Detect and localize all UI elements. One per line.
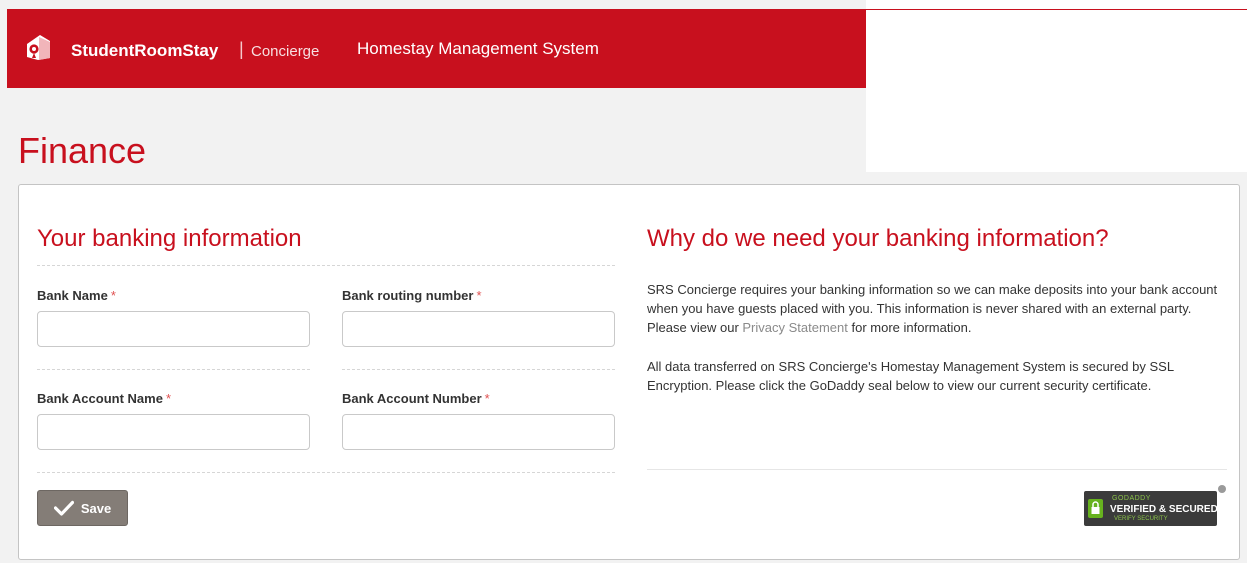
- srs-house-logo-icon[interactable]: [23, 32, 53, 62]
- top-right-blank-area: [866, 0, 1247, 172]
- app-header: StudentRoomStay | Concierge Homestay Man…: [7, 9, 866, 88]
- bank-name-label: Bank Name *: [37, 288, 116, 303]
- required-marker: *: [476, 288, 482, 303]
- divider: [647, 469, 1227, 470]
- account-number-input[interactable]: [342, 414, 615, 450]
- godaddy-security-seal[interactable]: GODADDY VERIFIED & SECURED VERIFY SECURI…: [1084, 485, 1226, 526]
- routing-number-input[interactable]: [342, 311, 615, 347]
- account-number-label: Bank Account Number *: [342, 391, 490, 406]
- required-marker: *: [110, 288, 116, 303]
- seal-subtext: VERIFY SECURITY: [1114, 516, 1168, 522]
- divider: [342, 369, 615, 370]
- privacy-statement-link[interactable]: Privacy Statement: [742, 320, 848, 335]
- lock-icon: [1088, 499, 1103, 518]
- why-section-title: Why do we need your banking information?: [647, 225, 1109, 252]
- seal-brand: GODADDY: [1112, 495, 1151, 502]
- banking-section-title: Your banking information: [37, 225, 302, 252]
- brand-name[interactable]: StudentRoomStay: [71, 41, 218, 61]
- routing-number-label: Bank routing number *: [342, 288, 482, 303]
- account-name-input[interactable]: [37, 414, 310, 450]
- divider: [37, 265, 615, 266]
- brand-subtitle[interactable]: Concierge: [251, 43, 319, 60]
- save-button-label: Save: [80, 500, 112, 516]
- account-name-label: Bank Account Name *: [37, 391, 171, 406]
- divider: [37, 369, 310, 370]
- checkmark-icon: [53, 500, 74, 516]
- save-button[interactable]: Save: [37, 490, 128, 526]
- brand-separator: |: [239, 39, 244, 59]
- page-title: Finance: [18, 130, 147, 171]
- top-divider-line: [866, 9, 1247, 10]
- divider: [37, 472, 615, 473]
- app-title: Homestay Management System: [357, 39, 599, 58]
- why-paragraph-1: SRS Concierge requires your banking info…: [647, 282, 1218, 335]
- registered-mark-icon: [1218, 485, 1226, 493]
- bank-name-input[interactable]: [37, 311, 310, 347]
- why-paragraph-2: All data transferred on SRS Concierge's …: [647, 359, 1174, 393]
- required-marker: *: [165, 391, 171, 406]
- finance-panel: Your banking information Bank Name * Bank…: [18, 184, 1240, 560]
- seal-text: VERIFIED & SECURED: [1110, 504, 1218, 515]
- required-marker: *: [484, 391, 490, 406]
